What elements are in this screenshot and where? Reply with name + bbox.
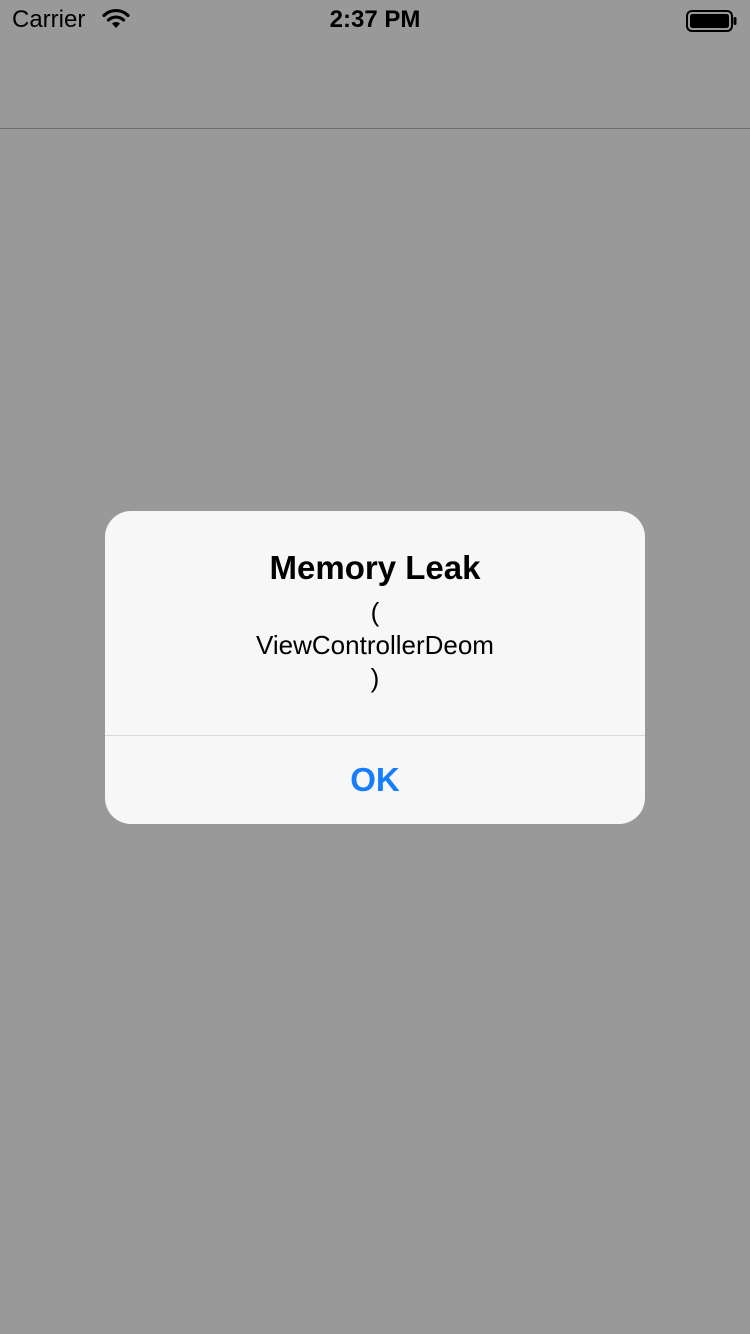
alert-message: ( ViewControllerDeom ) (105, 596, 645, 695)
ok-button[interactable]: OK (105, 736, 645, 824)
alert-title: Memory Leak (269, 549, 481, 586)
status-bar: Carrier 2:37 PM (0, 0, 750, 40)
navigation-bar (0, 40, 750, 129)
alert-dialog: Memory Leak ( ViewControllerDeom ) OK (105, 511, 645, 824)
alert-message-line: ( (370, 597, 380, 627)
alert-message-line: ) (370, 663, 380, 693)
status-time: 2:37 PM (329, 6, 421, 33)
battery-icon (686, 10, 738, 32)
alert-message-line: ViewControllerDeom (256, 630, 494, 660)
